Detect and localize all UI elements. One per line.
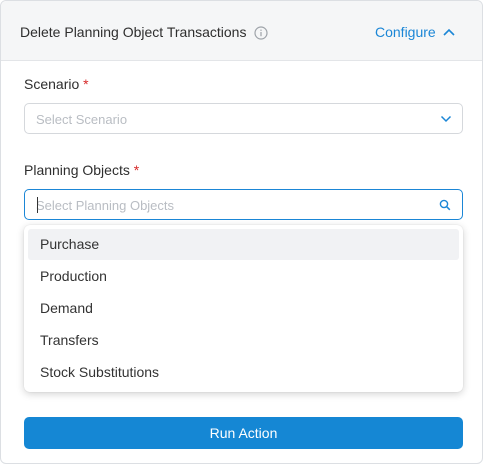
- info-icon[interactable]: [254, 26, 268, 40]
- chevron-up-icon[interactable]: [442, 27, 456, 37]
- scenario-select[interactable]: Select Scenario: [24, 103, 463, 134]
- text-caret: [37, 197, 38, 213]
- dropdown-option-production[interactable]: Production: [28, 261, 459, 292]
- configure-link[interactable]: Configure: [375, 24, 436, 40]
- dropdown-option-transfers[interactable]: Transfers: [28, 325, 459, 356]
- required-mark: *: [133, 162, 140, 178]
- dropdown-option-stock-substitutions[interactable]: Stock Substitutions: [28, 357, 459, 388]
- search-icon[interactable]: [439, 199, 451, 211]
- card-header: Delete Planning Object Transactions Conf…: [1, 1, 482, 61]
- planning-objects-search-input[interactable]: [36, 196, 426, 214]
- card-title: Delete Planning Object Transactions: [20, 24, 247, 40]
- planning-objects-dropdown: Purchase Production Demand Transfers Sto…: [24, 225, 463, 392]
- planning-objects-label-text: Planning Objects: [24, 162, 130, 178]
- scenario-placeholder: Select Scenario: [36, 112, 128, 127]
- planning-objects-input-box[interactable]: [24, 189, 463, 220]
- run-action-button[interactable]: Run Action: [24, 417, 463, 449]
- scenario-label: Scenario *: [24, 76, 89, 92]
- scenario-label-text: Scenario: [24, 76, 80, 92]
- dropdown-option-demand[interactable]: Demand: [28, 293, 459, 324]
- action-card: Delete Planning Object Transactions Conf…: [0, 0, 483, 464]
- chevron-down-icon: [440, 115, 452, 123]
- dropdown-option-purchase[interactable]: Purchase: [28, 229, 459, 260]
- required-mark: *: [83, 76, 89, 92]
- planning-objects-label: Planning Objects *: [24, 162, 139, 178]
